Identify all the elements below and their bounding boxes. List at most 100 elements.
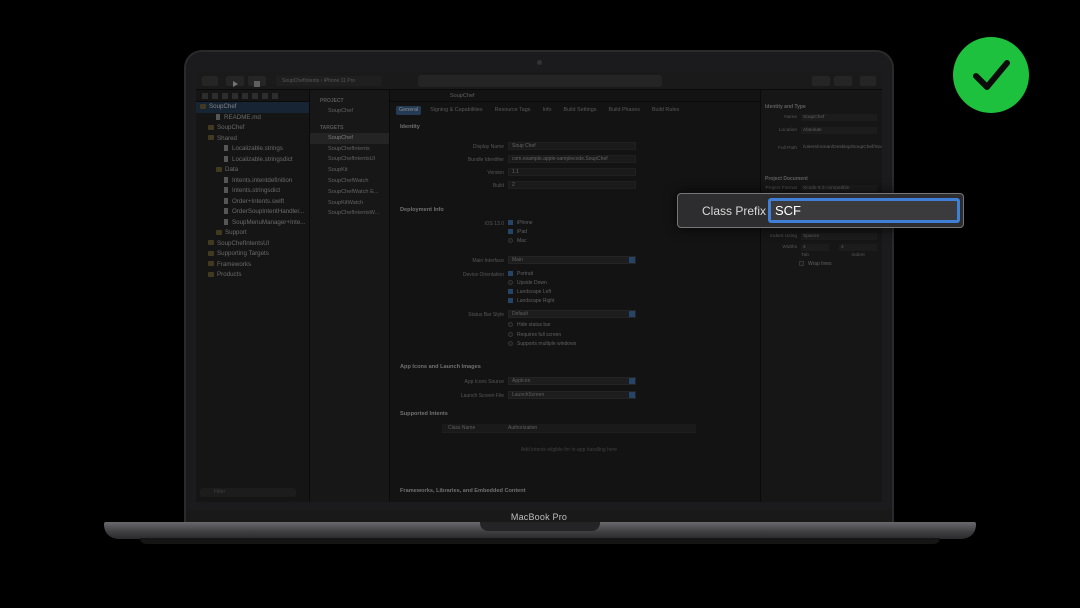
scheme-name: SoupChefIntents <box>282 78 320 84</box>
checkbox[interactable]: Supports multiple windows <box>508 341 576 347</box>
target-item[interactable]: SoupKitWatch <box>310 198 389 209</box>
target-item[interactable]: SoupKit <box>310 165 389 176</box>
navigator-item-label: Localizable.strings <box>232 145 283 152</box>
issue-icon[interactable] <box>242 93 248 99</box>
navigator-item[interactable]: Frameworks <box>196 260 309 271</box>
test-icon[interactable] <box>252 93 258 99</box>
target-item[interactable]: SoupChef <box>310 132 389 144</box>
checked-box-icon <box>508 289 513 294</box>
sidebar-toggle-button[interactable] <box>202 76 218 86</box>
tab-info[interactable]: Info <box>540 106 555 115</box>
checkbox[interactable]: Portrait <box>508 271 533 277</box>
stop-button[interactable] <box>248 76 266 87</box>
checkbox[interactable]: iPhone <box>508 220 533 226</box>
tab-width-field[interactable]: 4 <box>801 244 829 251</box>
supported-intents-section-title[interactable]: Supported Intents <box>400 411 448 417</box>
navigator-item[interactable]: Support <box>196 228 309 239</box>
navigator-item[interactable]: SoupChef <box>196 102 309 113</box>
checkbox[interactable]: Requires full screen <box>508 331 561 338</box>
navigator-item[interactable]: Order+Intents.swift <box>196 197 309 208</box>
editor-options-button[interactable] <box>834 76 852 86</box>
navigator-item-label: SoupMenuManager+Inte... <box>232 218 306 226</box>
project-format-popup[interactable]: Xcode 9.3-compatible <box>801 185 877 192</box>
target-item[interactable]: SoupChefWatch <box>310 176 389 187</box>
library-button[interactable] <box>812 76 830 86</box>
checkbox[interactable]: Mac <box>508 238 526 244</box>
target-item[interactable]: SoupChefIntentsUI <box>310 154 389 165</box>
navigator-item[interactable]: Products <box>196 270 309 281</box>
authorization-column[interactable]: Authorization <box>508 424 537 433</box>
tab-resource-tags[interactable]: Resource Tags <box>492 106 534 115</box>
checkbox[interactable]: Landscape Right <box>508 298 555 304</box>
folder-icon[interactable] <box>202 93 208 99</box>
debug-icon[interactable] <box>262 93 268 99</box>
bundle-identifier-field[interactable]: com.example.apple-samplecode.SoupChef <box>508 155 636 163</box>
checkbox[interactable]: Hide status bar <box>508 322 551 328</box>
project-header: PROJECT <box>320 98 344 104</box>
tab-signing-capabilities[interactable]: Signing & Capabilities <box>427 106 485 115</box>
app-icons-source-popup[interactable]: AppIcon <box>508 377 636 385</box>
navigator-item[interactable]: Intents.intentdefinition <box>196 176 309 187</box>
inspector-location-popup[interactable]: Absolute <box>801 127 877 134</box>
navigator-item-label: Intents.intentdefinition <box>232 176 293 184</box>
inspector-name-field[interactable]: SoupChef <box>801 114 877 121</box>
breadcrumb[interactable]: SoupChef <box>390 90 760 102</box>
indent-using-popup[interactable]: Spaces <box>801 233 877 240</box>
unchecked-box-icon <box>508 238 513 243</box>
tab-build-settings[interactable]: Build Settings <box>561 106 600 115</box>
ios-version-label[interactable]: iOS 13.0 <box>394 221 504 227</box>
deployment-section-title[interactable]: Deployment Info <box>400 207 444 213</box>
inspector-full-path: /Users/roman/Desktop/SoupChef/SoupChef.x… <box>803 145 882 150</box>
indent-width-field[interactable]: 4 <box>839 244 877 251</box>
search-icon[interactable] <box>232 93 238 99</box>
navigator-item[interactable]: Intents.stringsdict <box>196 186 309 197</box>
display-name-field[interactable]: Soup Chef <box>508 142 636 150</box>
navigator-item[interactable]: Data <box>196 165 309 176</box>
tab-general[interactable]: General <box>396 106 422 115</box>
identity-section-title[interactable]: Identity <box>400 124 420 130</box>
toolbar: SoupChefIntents › iPhone 11 Pro <box>196 72 882 90</box>
class-name-column[interactable]: Class Name <box>448 424 475 433</box>
tab-build-phases[interactable]: Build Phases <box>605 106 642 115</box>
checkbox-label: Mac <box>517 238 527 244</box>
navigator-item[interactable]: SoupChefIntentsUI <box>196 239 309 250</box>
wrap-lines-checkbox[interactable]: Wrap lines <box>799 261 832 267</box>
navigator-item[interactable]: SoupChef <box>196 123 309 134</box>
target-item[interactable]: SoupChefWatch E... <box>310 187 389 198</box>
navigator-item[interactable]: Supporting Targets <box>196 249 309 260</box>
wrap-lines-label: Wrap lines <box>808 261 832 267</box>
source-control-icon[interactable] <box>212 93 218 99</box>
inspector-location-label: Location <box>778 128 797 133</box>
frameworks-section-title[interactable]: Frameworks, Libraries, and Embedded Cont… <box>400 488 526 494</box>
checkbox[interactable]: iPad <box>508 229 527 235</box>
symbol-icon[interactable] <box>222 93 228 99</box>
navigator-item-label: Frameworks <box>217 260 252 268</box>
navigator-item[interactable]: Localizable.strings <box>196 144 309 155</box>
main-interface-popup[interactable]: Main <box>508 256 636 264</box>
navigator-item[interactable]: SoupMenuManager+Inte... <box>196 218 309 229</box>
target-item[interactable]: SoupChefIntentsW... <box>310 208 389 219</box>
checkbox[interactable]: Upside Down <box>508 280 547 286</box>
breakpoint-icon[interactable] <box>272 93 278 99</box>
run-button[interactable] <box>226 76 244 87</box>
navigator-item[interactable]: Localizable.stringsdict <box>196 155 309 166</box>
project-item[interactable]: SoupChef <box>310 106 389 117</box>
navigator-filter-field[interactable]: Filter <box>200 488 296 497</box>
target-item[interactable]: SoupChefIntents <box>310 144 389 155</box>
checkbox[interactable]: Landscape Left <box>508 289 551 295</box>
navigator-item[interactable]: OrderSoupIntentHandler... <box>196 207 309 218</box>
launch-screen-value: LaunchScreen <box>512 392 545 398</box>
app-icons-section-title[interactable]: App Icons and Launch Images <box>400 364 481 370</box>
xcode-window: SoupChefIntents › iPhone 11 Pro SoupChef… <box>196 72 882 502</box>
version-field[interactable]: 1.1 <box>508 168 636 176</box>
scheme-selector[interactable]: SoupChefIntents › iPhone 11 Pro <box>276 76 382 86</box>
inspector-toggle-button[interactable] <box>860 76 876 86</box>
navigator-item[interactable]: Shared <box>196 134 309 145</box>
navigator-item[interactable]: README.md <box>196 113 309 124</box>
targets: SoupChef SoupChefIntents SoupChefIntentsUI… <box>310 132 389 219</box>
class-prefix-field[interactable]: SCF <box>768 198 960 223</box>
build-field[interactable]: 2 <box>508 181 636 189</box>
status-bar-style-popup[interactable]: Default <box>508 310 636 318</box>
launch-screen-popup[interactable]: LaunchScreen <box>508 391 636 399</box>
tab-build-rules[interactable]: Build Rules <box>649 106 682 115</box>
